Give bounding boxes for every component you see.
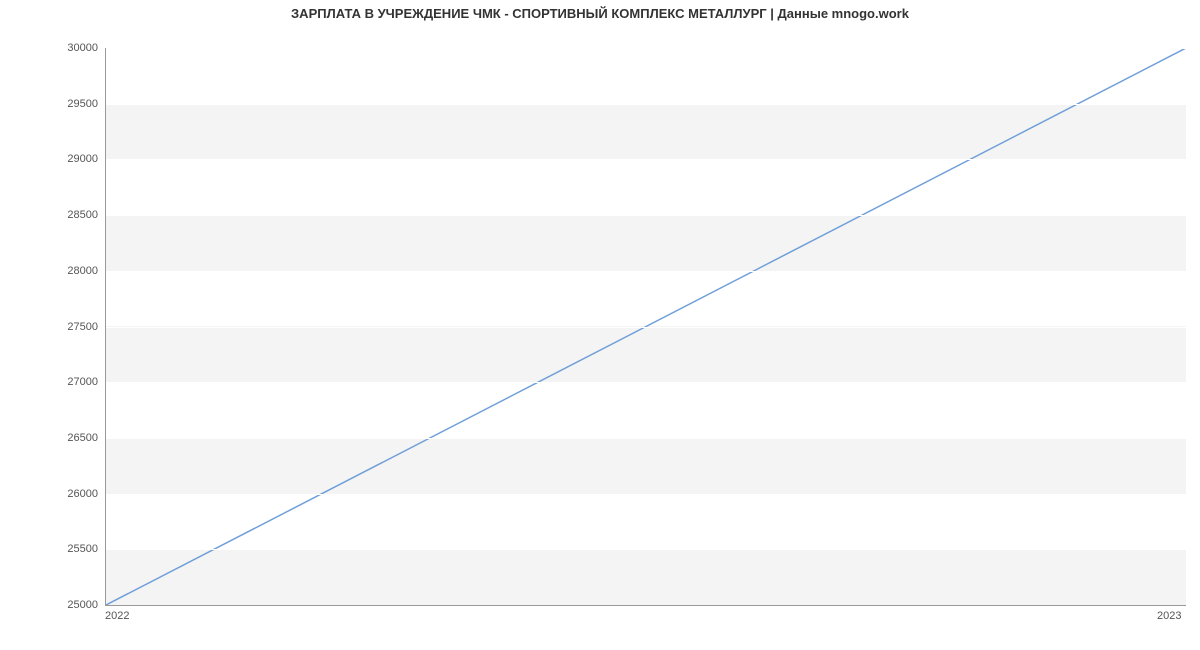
y-tick-label: 30000: [38, 42, 98, 54]
y-tick-label: 29000: [38, 153, 98, 165]
y-gridline: [106, 104, 1186, 105]
y-gridline: [106, 438, 1186, 439]
x-tick-label: 2023: [1157, 610, 1181, 622]
chart-title: ЗАРПЛАТА В УЧРЕЖДЕНИЕ ЧМК - СПОРТИВНЫЙ К…: [0, 6, 1200, 21]
plot-area: [105, 48, 1186, 606]
y-gridline: [106, 327, 1186, 328]
y-tick-label: 25000: [38, 599, 98, 611]
y-tick-label: 28000: [38, 265, 98, 277]
y-tick-label: 27000: [38, 376, 98, 388]
y-tick-label: 26500: [38, 432, 98, 444]
y-gridline: [106, 494, 1186, 495]
y-gridline: [106, 215, 1186, 216]
x-tick-label: 2022: [105, 610, 129, 622]
y-tick-label: 25500: [38, 543, 98, 555]
y-gridline: [106, 382, 1186, 383]
y-gridline: [106, 159, 1186, 160]
y-gridline: [106, 271, 1186, 272]
y-tick-label: 26000: [38, 488, 98, 500]
y-tick-label: 28500: [38, 209, 98, 221]
y-tick-label: 27500: [38, 321, 98, 333]
line-chart: ЗАРПЛАТА В УЧРЕЖДЕНИЕ ЧМК - СПОРТИВНЫЙ К…: [0, 0, 1200, 650]
y-gridline: [106, 549, 1186, 550]
y-tick-label: 29500: [38, 98, 98, 110]
y-gridline: [106, 48, 1186, 49]
y-gridline: [106, 605, 1186, 606]
